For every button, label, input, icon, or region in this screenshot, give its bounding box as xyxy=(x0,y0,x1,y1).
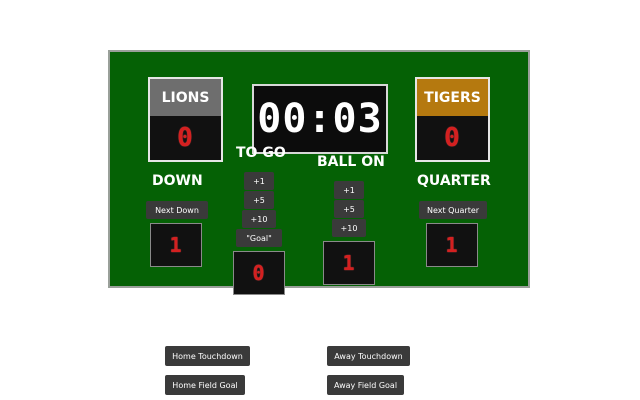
away-team-panel: TIGERS 0 xyxy=(415,77,490,162)
next-quarter-button[interactable]: Next Quarter xyxy=(419,201,487,219)
to-go-display: 0 xyxy=(233,251,285,295)
ball-on-plus-10-button[interactable]: +10 xyxy=(332,219,366,237)
quarter-label: QUARTER xyxy=(417,173,491,189)
to-go-plus-5-button[interactable]: +5 xyxy=(244,191,274,209)
to-go-plus-10-button[interactable]: +10 xyxy=(242,210,276,228)
ball-on-plus-5-button[interactable]: +5 xyxy=(334,200,364,218)
ball-on-label: BALL ON xyxy=(317,154,385,170)
quarter-display: 1 xyxy=(426,223,478,267)
to-go-label: TO GO xyxy=(236,145,286,161)
away-field-goal-button[interactable]: Away Field Goal xyxy=(327,375,404,395)
ball-on-value: 1 xyxy=(342,251,356,275)
to-go-goal-button[interactable]: "Goal" xyxy=(236,229,282,247)
next-down-button[interactable]: Next Down xyxy=(146,201,208,219)
down-display: 1 xyxy=(150,223,202,267)
away-touchdown-button[interactable]: Away Touchdown xyxy=(327,346,410,366)
home-team-name: LIONS xyxy=(150,79,221,116)
away-team-name: TIGERS xyxy=(417,79,488,116)
away-score: 0 xyxy=(444,123,461,153)
ball-on-plus-1-button[interactable]: +1 xyxy=(334,181,364,199)
scoreboard: LIONS 0 00:03 TIGERS 0 TO GO BALL ON DOW… xyxy=(108,50,530,295)
home-touchdown-button[interactable]: Home Touchdown xyxy=(165,346,250,366)
home-field-goal-button[interactable]: Home Field Goal xyxy=(165,375,245,395)
down-value: 1 xyxy=(169,233,183,257)
home-team-panel: LIONS 0 xyxy=(148,77,223,162)
to-go-plus-1-button[interactable]: +1 xyxy=(244,172,274,190)
down-label: DOWN xyxy=(152,173,203,189)
home-score-display: 0 xyxy=(150,116,221,160)
clock-time: 00:03 xyxy=(257,96,383,142)
away-score-display: 0 xyxy=(417,116,488,160)
home-score: 0 xyxy=(177,123,194,153)
game-clock: 00:03 xyxy=(252,84,388,154)
ball-on-display: 1 xyxy=(323,241,375,285)
to-go-value: 0 xyxy=(252,261,266,285)
quarter-value: 1 xyxy=(445,233,459,257)
